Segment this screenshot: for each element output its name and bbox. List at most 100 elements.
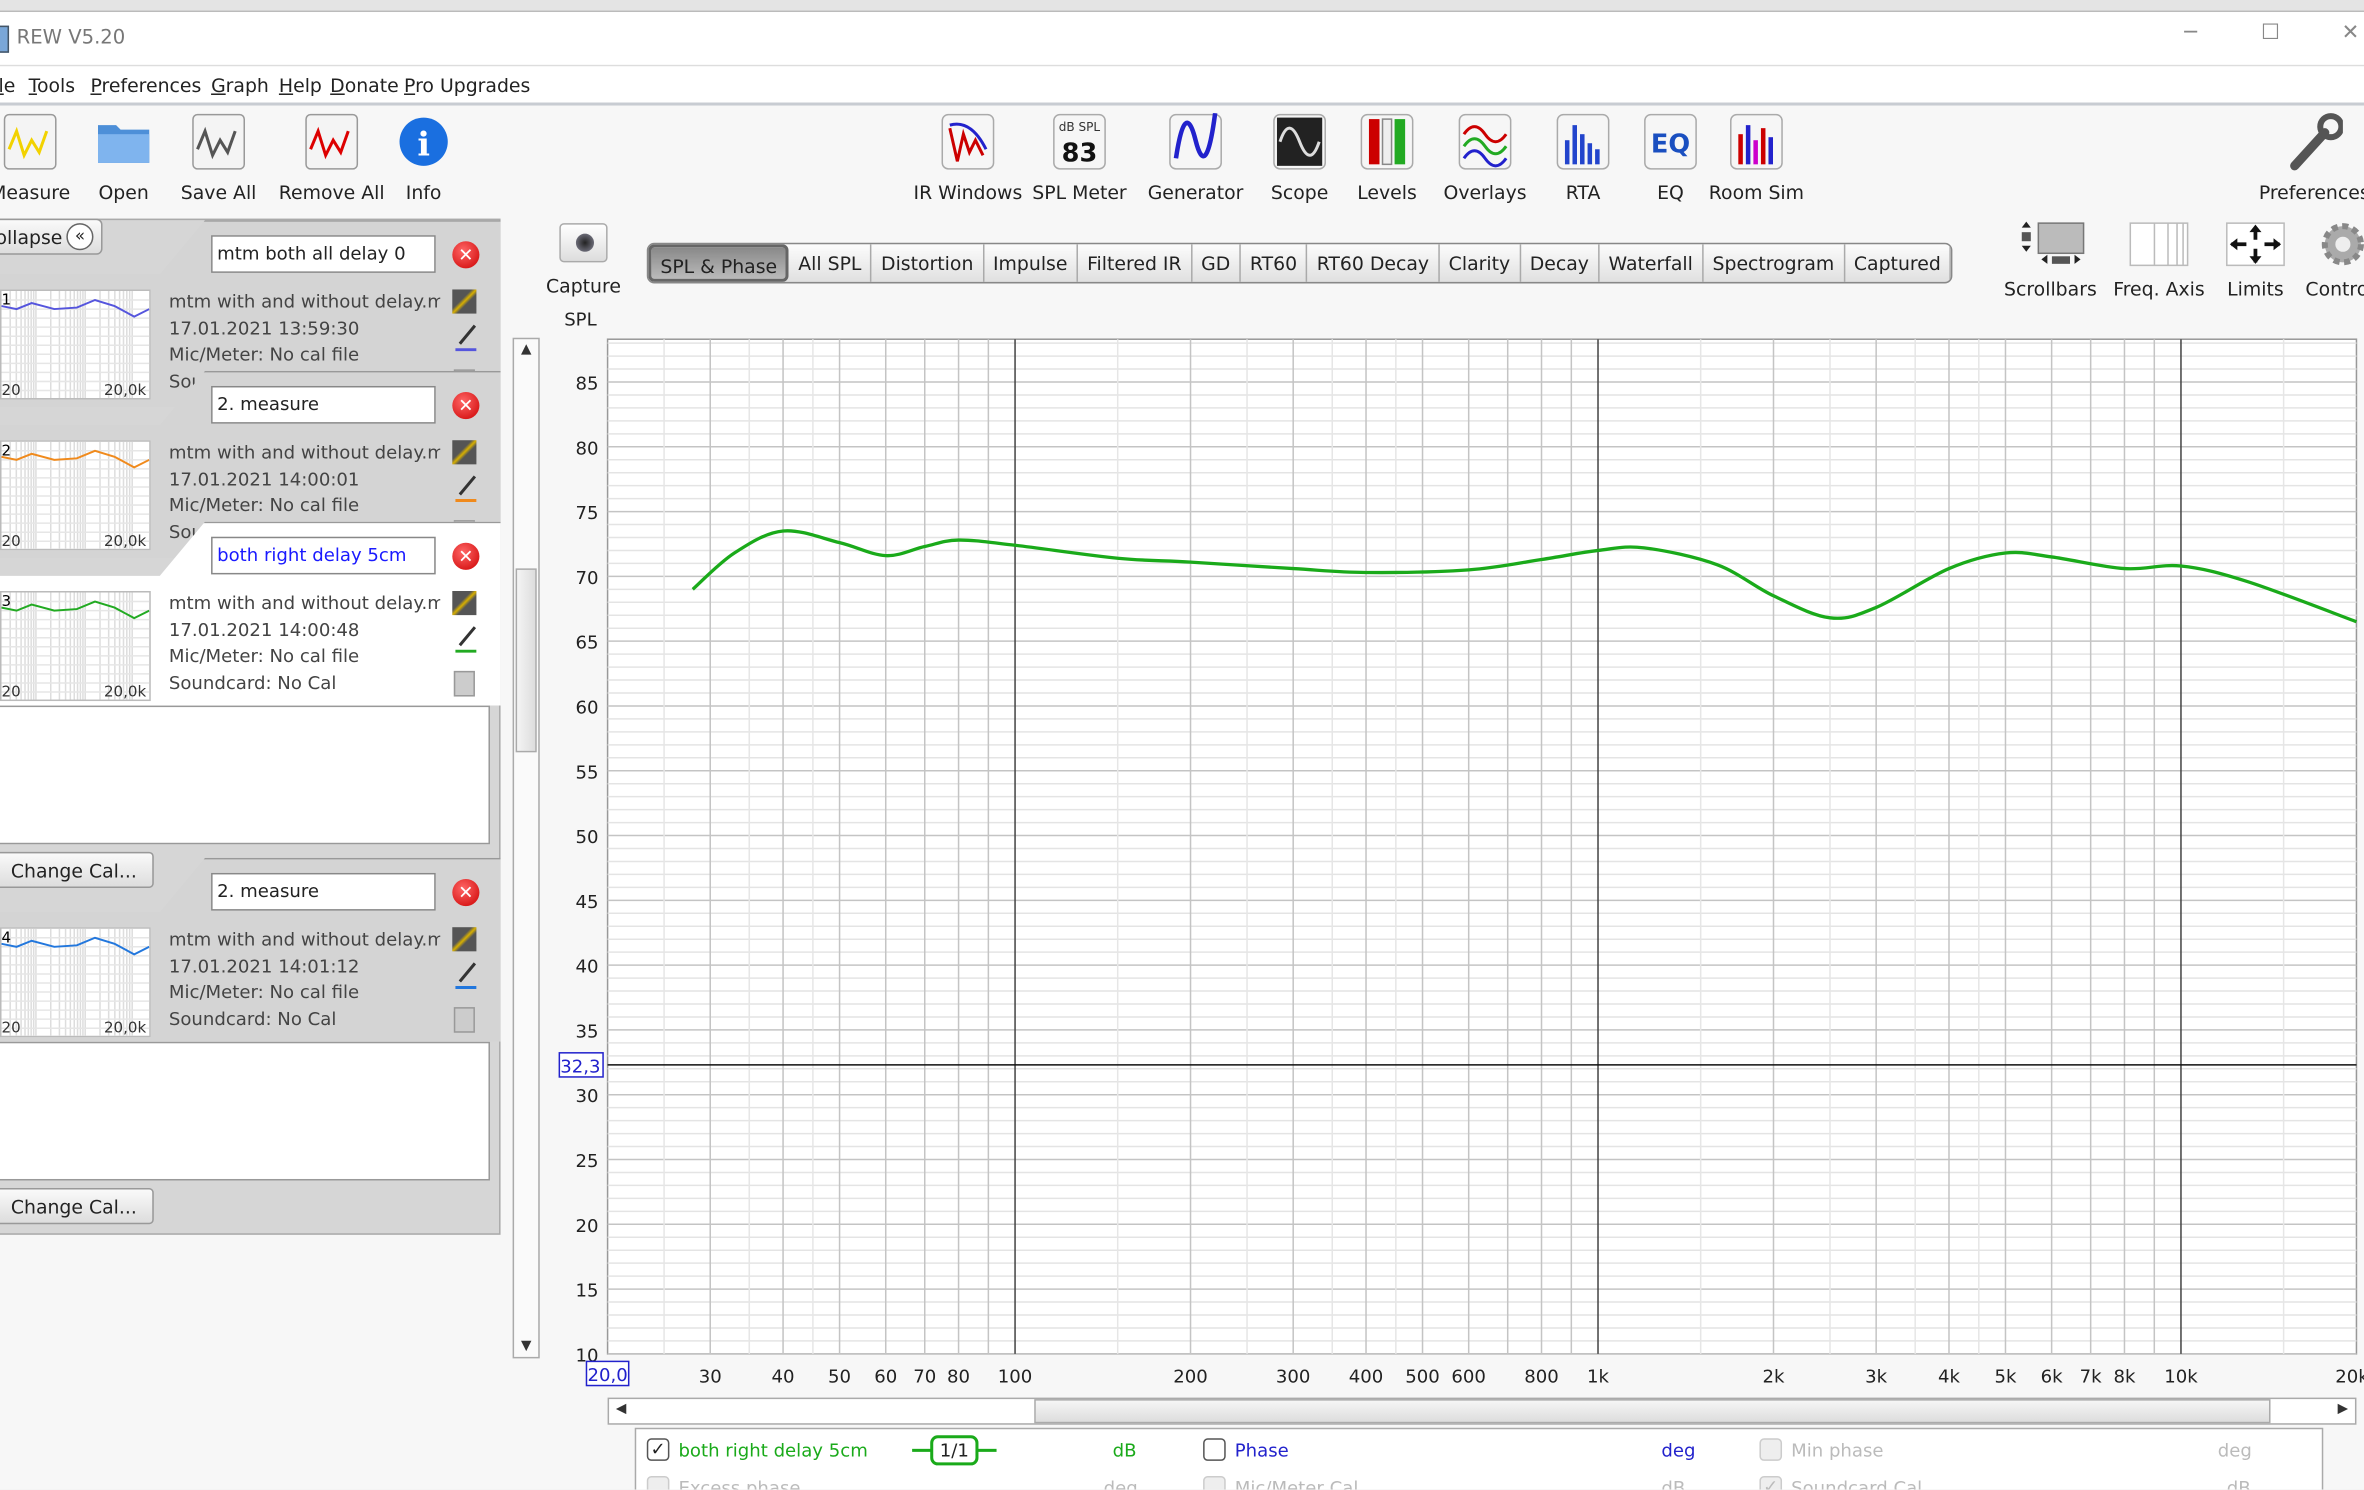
y-tick-label: 60 — [576, 697, 599, 718]
generator-button[interactable]: Generator — [1135, 112, 1256, 204]
menu-tools[interactable]: Tools — [29, 74, 75, 97]
spl-graph[interactable]: SPL1015202530354045505560657075808530 40 5… — [543, 302, 2364, 1400]
measurement-mic: Mic/Meter: No cal file — [168, 343, 360, 365]
tab-rt60[interactable]: RT60 — [1241, 244, 1308, 282]
remove-measurement-icon[interactable]: ✕ — [452, 391, 480, 420]
smoothing-button[interactable]: 1/1 — [930, 1435, 979, 1466]
excess-phase-checkbox[interactable] — [646, 1475, 670, 1490]
scroll-left-icon[interactable]: ◀ — [609, 1402, 633, 1417]
remove-measurement-icon[interactable]: ✕ — [452, 241, 480, 269]
measurement-name-input[interactable]: 2. measure — [211, 872, 436, 911]
remove-measurement-icon[interactable]: ✕ — [452, 542, 480, 570]
min-phase-checkbox[interactable] — [1759, 1438, 1783, 1461]
collapse-label: ollapse — [0, 226, 63, 249]
preferences-button[interactable]: Preferences — [2254, 112, 2364, 204]
info-button[interactable]: i Info — [363, 112, 484, 204]
svg-text:dB SPL: dB SPL — [1059, 120, 1101, 134]
notes-icon[interactable] — [453, 670, 475, 697]
toolbar-label: IR Windows — [913, 180, 1023, 204]
tab-waterfall[interactable]: Waterfall — [1599, 244, 1704, 282]
spl-meter-button[interactable]: dB SPL 83 SPL Meter — [1019, 112, 1140, 204]
scroll-down-icon[interactable]: ▼ — [514, 1339, 538, 1354]
measurement-file: mtm with and without delay.mdat — [168, 592, 440, 614]
generator-icon — [1167, 112, 1224, 172]
contro-button[interactable]: Contro — [2284, 220, 2364, 300]
scroll-right-icon[interactable]: ▶ — [2331, 1402, 2355, 1417]
unit-db: dB — [1661, 1477, 1686, 1490]
x-tick-label: 500 — [1405, 1367, 1440, 1388]
measurement-name-input[interactable]: mtm both all delay 0 — [211, 235, 436, 273]
minimize-button[interactable]: ─ — [2168, 21, 2213, 45]
notes-area[interactable] — [0, 1041, 490, 1181]
tab-captured[interactable]: Captured — [1845, 244, 1952, 282]
y-tick-label: 40 — [576, 957, 599, 978]
scrollbar-thumb[interactable] — [1034, 1399, 2271, 1424]
unit-deg: deg — [2217, 1439, 2252, 1461]
pen-color-icon[interactable] — [455, 324, 477, 352]
phase-checkbox[interactable] — [1203, 1438, 1226, 1461]
close-button[interactable]: ✕ — [2328, 21, 2364, 45]
menu-help[interactable]: Help — [279, 74, 322, 97]
x-tick-label: 800 — [1524, 1367, 1559, 1388]
mic-meter-cal-checkbox[interactable] — [1203, 1475, 1226, 1490]
app-icon — [0, 25, 10, 53]
room-sim-button[interactable]: Room Sim — [1696, 112, 1817, 204]
pen-color-icon[interactable] — [455, 962, 477, 990]
freq-axis-button[interactable]: Freq. Axis — [2106, 220, 2212, 300]
toolbar-label: Info — [405, 180, 442, 204]
save-all-button[interactable]: Save All — [158, 112, 279, 204]
save-measurement-icon[interactable] — [452, 289, 477, 314]
pen-color-icon[interactable] — [455, 475, 477, 503]
scroll-up-icon[interactable]: ▲ — [514, 342, 538, 357]
tab-distortion[interactable]: Distortion — [872, 244, 984, 282]
menu-file[interactable]: le — [0, 74, 15, 97]
menu-pro-upgrades[interactable]: Pro Upgrades — [404, 74, 530, 97]
notes-area[interactable] — [0, 705, 490, 845]
svg-text:20,0k: 20,0k — [104, 683, 147, 700]
scrollbar-thumb[interactable] — [515, 568, 537, 753]
toolbar-label: SPL Meter — [1032, 180, 1127, 204]
change-cal-button[interactable]: Change Cal... — [0, 851, 154, 889]
measurement-name-input[interactable]: both right delay 5cm — [211, 536, 436, 575]
tab-decay[interactable]: Decay — [1521, 244, 1600, 282]
tab-clarity[interactable]: Clarity — [1440, 244, 1521, 282]
soundcard-cal-checkbox[interactable]: ✓ — [1759, 1475, 1783, 1490]
menu-graph[interactable]: Graph — [211, 74, 269, 97]
y-tick-label: 70 — [576, 568, 599, 589]
tab-filtered-ir[interactable]: Filtered IR — [1078, 244, 1193, 282]
plot-area — [606, 338, 2358, 1355]
maximize-button[interactable]: ☐ — [2248, 21, 2293, 45]
capture-button[interactable]: Capture — [546, 223, 621, 297]
measurement-file: mtm with and without delay.mdat — [168, 441, 440, 463]
measure-icon — [2, 112, 59, 172]
save-measurement-icon[interactable] — [452, 440, 477, 465]
x-tick-label: 8k — [2113, 1367, 2136, 1388]
toolbar-label: Generator — [1147, 180, 1244, 204]
double-chevron-left-icon: « — [66, 223, 94, 251]
cursor-x-readout: 20,0 — [587, 1365, 627, 1386]
tab-gd[interactable]: GD — [1192, 244, 1241, 282]
notes-icon[interactable] — [453, 1007, 475, 1033]
svg-text:20: 20 — [2, 381, 21, 398]
vertical-scrollbar[interactable]: ▲ ▼ — [512, 337, 540, 1359]
ir-windows-button[interactable]: IR Windows — [908, 112, 1029, 204]
measurement-info: mtm with and without delay.mdat 17.01.202… — [169, 591, 440, 697]
change-cal-button[interactable]: Change Cal... — [0, 1188, 154, 1225]
menu-preferences[interactable]: Preferences — [90, 74, 201, 97]
save-measurement-icon[interactable] — [452, 927, 477, 952]
collapse-button[interactable]: ollapse « — [0, 218, 103, 255]
measurement-name-input[interactable]: 2. measure — [211, 385, 436, 424]
save-measurement-icon[interactable] — [452, 590, 477, 616]
tab-spectrogram[interactable]: Spectrogram — [1703, 244, 1845, 282]
tab-spl-phase[interactable]: SPL & Phase — [648, 244, 790, 282]
scrollbars-button[interactable]: Scrollbars — [1998, 220, 2104, 300]
tab-all-spl[interactable]: All SPL — [789, 244, 873, 282]
tab-impulse[interactable]: Impulse — [984, 244, 1079, 282]
horizontal-scrollbar[interactable]: ◀ ▶ — [607, 1397, 2357, 1425]
trace-checkbox[interactable]: ✓ — [646, 1438, 670, 1461]
x-tick-label: 4k — [1938, 1367, 1961, 1388]
pen-color-icon[interactable] — [455, 626, 477, 653]
remove-measurement-icon[interactable]: ✕ — [452, 878, 480, 907]
menu-donate[interactable]: Donate — [330, 74, 399, 97]
tab-rt60-decay[interactable]: RT60 Decay — [1308, 244, 1440, 282]
